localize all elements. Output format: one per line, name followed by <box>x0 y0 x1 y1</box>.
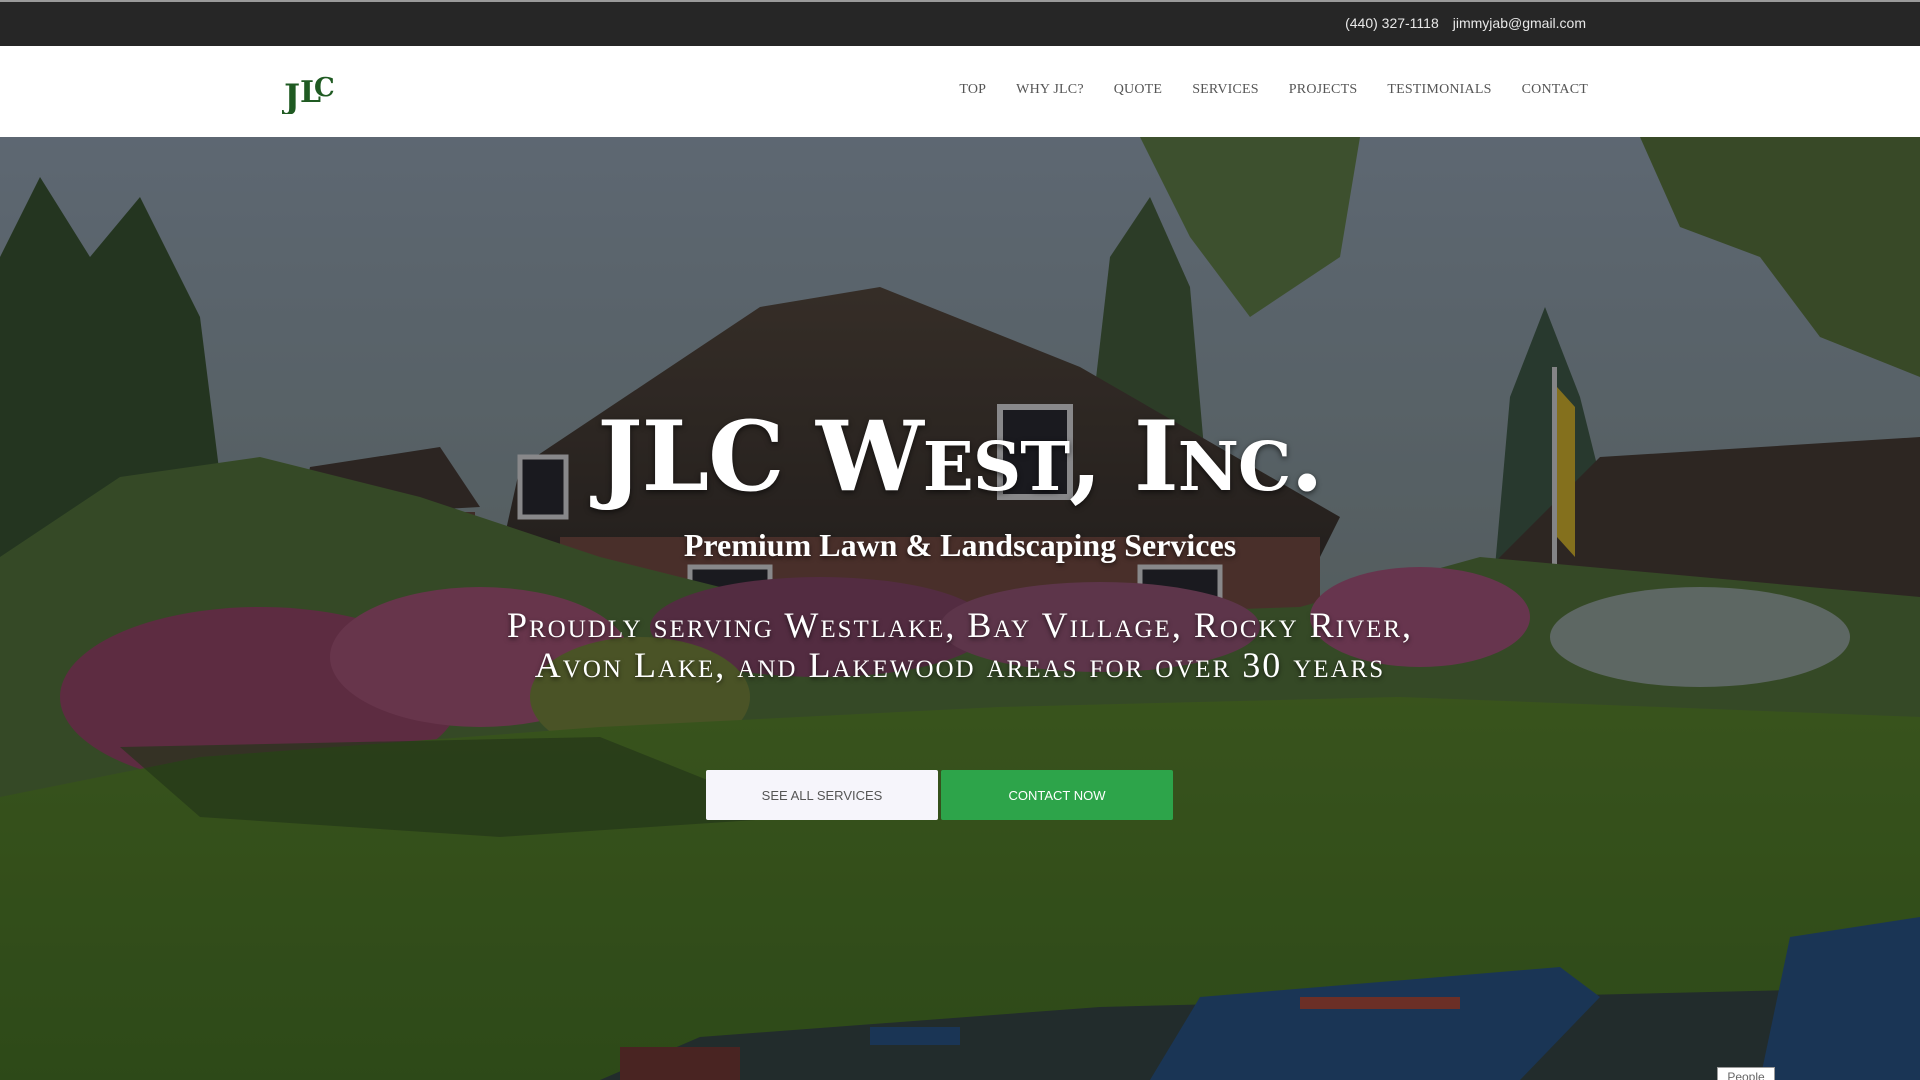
primary-nav: TOP WHY JLC? QUOTE SERVICES PROJECTS TES… <box>959 82 1588 98</box>
nav-item-top[interactable]: TOP <box>959 82 986 98</box>
top-contact-bar: (440) 327-1118 jimmyjab@gmail.com <box>0 0 1920 46</box>
svg-text:J: J <box>282 77 300 114</box>
service-area-line-2: Avon Lake, and Lakewood areas for over 3… <box>534 645 1386 685</box>
nav-item-quote[interactable]: QUOTE <box>1114 82 1162 98</box>
contact-info: (440) 327-1118 jimmyjab@gmail.com <box>1345 15 1586 31</box>
service-area-line-1: Proudly serving Westlake, Bay Village, R… <box>506 605 1414 645</box>
hero-section: JLC West, Inc. Premium Lawn & Landscapin… <box>0 137 1920 1080</box>
main-navbar: J L C TOP WHY JLC? QUOTE SERVICES PROJEC… <box>0 46 1920 137</box>
phone-link[interactable]: (440) 327-1118 <box>1345 15 1439 31</box>
nav-item-projects[interactable]: PROJECTS <box>1289 82 1358 98</box>
svg-text:C: C <box>314 73 335 103</box>
nav-item-contact[interactable]: CONTACT <box>1522 82 1588 98</box>
email-link[interactable]: jimmyjab@gmail.com <box>1453 15 1586 31</box>
nav-item-why-jlc[interactable]: WHY JLC? <box>1016 82 1084 98</box>
see-all-services-button[interactable]: SEE ALL SERVICES <box>706 770 938 820</box>
jlc-logo[interactable]: J L C <box>281 68 338 117</box>
contact-now-button[interactable]: CONTACT NOW <box>941 770 1173 820</box>
image-people-tag[interactable]: People <box>1717 1067 1775 1080</box>
service-area-text: Proudly serving Westlake, Bay Village, R… <box>400 605 1520 685</box>
nav-item-testimonials[interactable]: TESTIMONIALS <box>1387 82 1491 98</box>
nav-item-services[interactable]: SERVICES <box>1192 82 1259 98</box>
hero-title: JLC West, Inc. <box>597 400 1324 513</box>
hero-subtitle: Premium Lawn & Landscaping Services <box>683 527 1237 563</box>
